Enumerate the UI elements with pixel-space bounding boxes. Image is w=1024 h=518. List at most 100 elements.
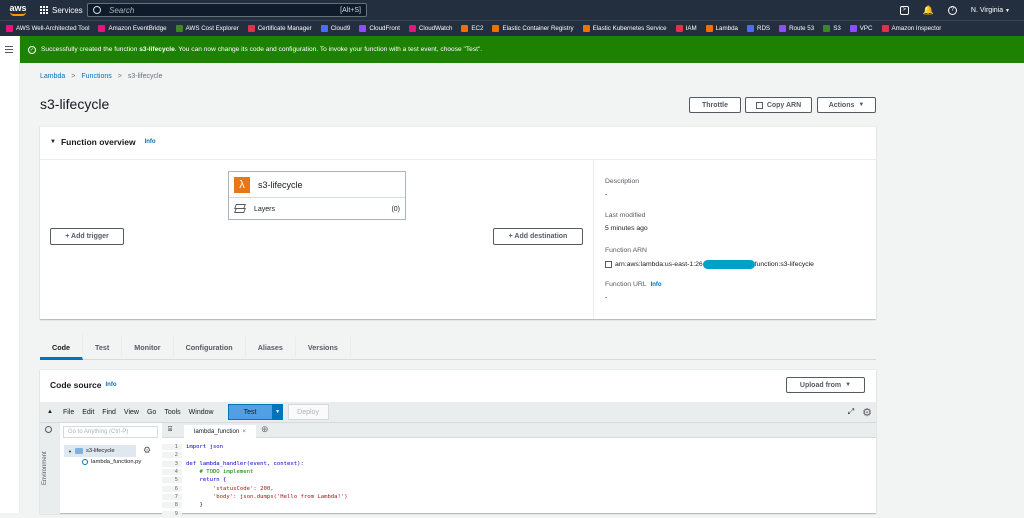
ide-menu-collapse-icon[interactable]: ▲ (47, 409, 53, 415)
breadcrumb-lambda[interactable]: Lambda (40, 73, 65, 80)
description-value: - (605, 191, 608, 198)
menu-item-find[interactable]: Find (102, 409, 116, 416)
code-line: 1 import json (162, 443, 876, 451)
service-icon (705, 25, 713, 32)
menu-item-go[interactable]: Go (147, 409, 156, 416)
line-number: 3 (162, 460, 182, 467)
copy-arn-button[interactable]: Copy ARN (745, 97, 812, 113)
service-icon (175, 25, 183, 32)
function-url-text: Function URL (605, 281, 647, 288)
fullscreen-icon[interactable]: ⤢ (848, 407, 854, 417)
code-line: 2 (162, 451, 876, 459)
info-link[interactable]: Info (145, 139, 156, 145)
function-overview-header[interactable]: ▼ Function overview Info (50, 137, 156, 147)
bookmark-label: CloudFront (369, 25, 400, 32)
bookmark-item[interactable]: Cloud9 (320, 25, 351, 32)
bookmark-label: RDS (756, 25, 771, 32)
bookmark-item[interactable]: Elastic Container Registry (492, 25, 574, 32)
actions-button[interactable]: Actions ▼ (817, 97, 876, 113)
editor-tab[interactable]: lambda_function × (184, 425, 256, 438)
upload-from-label: Upload from (799, 381, 842, 389)
function-node-name[interactable]: λ s3-lifecycle (229, 172, 405, 198)
tree-folder[interactable]: ▼ s3-lifecycle (64, 445, 136, 457)
deploy-button[interactable]: Deploy (287, 404, 329, 420)
ide-left-rail: Environment (40, 423, 60, 514)
menu-item-view[interactable]: View (124, 409, 139, 416)
throttle-button[interactable]: Throttle (689, 97, 741, 113)
bookmark-item[interactable]: VPC (849, 25, 873, 32)
success-flashbar: ✓ Successfully created the function s3-l… (20, 36, 1024, 63)
bookmark-item[interactable]: CloudWatch (408, 25, 452, 32)
gear-icon[interactable]: ⚙ (862, 406, 872, 419)
tree-gear-icon[interactable]: ⚙ (143, 445, 151, 456)
services-menu[interactable]: Services (40, 6, 83, 15)
tab-code[interactable]: Code (40, 334, 83, 360)
tab-test[interactable]: Test (83, 337, 123, 357)
bookmark-label: Elastic Kubernetes Service (592, 25, 667, 32)
search-input[interactable]: Search [Alt+S] (87, 3, 367, 17)
tab-aliases[interactable]: Aliases (246, 337, 296, 357)
bookmark-item[interactable]: Amazon Inspector (881, 25, 941, 32)
breadcrumb-functions[interactable]: Functions (81, 73, 111, 80)
bookmark-item[interactable]: Lambda (705, 25, 738, 32)
bookmark-item[interactable]: CloudFront (359, 25, 400, 32)
info-link[interactable]: Info (106, 382, 117, 388)
function-tabs: Code Test Monitor Configuration Aliases Versi… (40, 334, 876, 360)
code-text: def lambda_handler(event, context): (186, 460, 304, 467)
upload-from-button[interactable]: Upload from ▼ (786, 377, 865, 393)
search-icon[interactable] (45, 426, 52, 433)
code-text: # TODO implement (186, 469, 254, 476)
ide-menu-items: File Edit Find View Go Tools Window (63, 409, 222, 416)
grid-icon (40, 6, 48, 14)
line-number: 9 (162, 510, 182, 517)
help-icon[interactable]: ? (947, 5, 957, 15)
bookmark-label: AWS Cost Explorer (185, 25, 239, 32)
bookmark-item[interactable]: Amazon EventBridge (98, 25, 167, 32)
test-dropdown-icon[interactable]: ▼ (272, 404, 283, 420)
menu-item-file[interactable]: File (63, 409, 74, 416)
bookmark-label: Cloud9 (330, 25, 351, 32)
last-modified-value: 5 minutes ago (605, 225, 648, 232)
bookmark-item[interactable]: Certificate Manager (247, 25, 312, 32)
code-source-title: Code source (50, 380, 102, 390)
layers-count: (0) (391, 205, 400, 213)
function-url-label: Function URL Info (605, 281, 662, 288)
environment-tab[interactable]: Environment (42, 451, 48, 485)
tab-versions[interactable]: Versions (296, 337, 351, 357)
bookmark-item[interactable]: Route 53 (779, 25, 814, 32)
bookmark-item[interactable]: AWS Well-Architected Tool (6, 25, 89, 32)
copy-icon[interactable] (605, 261, 612, 268)
tree-folder-label: s3-lifecycle (85, 448, 115, 454)
goto-anything-input[interactable]: Go to Anything (Ctrl-P) (63, 426, 158, 438)
region-selector[interactable]: N. Virginia ▼ (971, 7, 1010, 14)
terminal-icon[interactable]: ⌸ (168, 426, 172, 434)
code-editor[interactable]: 1 import json 2 3 def lambda_handler(event, … (162, 443, 876, 517)
add-destination-button[interactable]: + Add destination (493, 228, 583, 245)
menu-item-edit[interactable]: Edit (82, 409, 94, 416)
bookmark-item[interactable]: Elastic Kubernetes Service (582, 25, 667, 32)
close-icon[interactable]: × (242, 428, 246, 435)
menu-item-window[interactable]: Window (189, 409, 214, 416)
bookmark-label: VPC (859, 25, 873, 32)
info-link[interactable]: Info (651, 282, 662, 288)
menu-item-tools[interactable]: Tools (164, 409, 180, 416)
tab-configuration[interactable]: Configuration (174, 337, 246, 357)
bell-icon[interactable]: 🔔 (923, 5, 934, 16)
layers-row[interactable]: Layers (0) (229, 198, 405, 220)
tab-monitor[interactable]: Monitor (122, 337, 174, 357)
layers-icon (234, 204, 246, 214)
aws-logo[interactable]: aws (2, 4, 34, 16)
bookmark-item[interactable]: EC2 (461, 25, 483, 32)
code-line: 9 (162, 509, 876, 517)
cloudshell-icon[interactable]: > (899, 5, 909, 15)
menu-icon[interactable] (5, 46, 13, 55)
bookmark-item[interactable]: S3 (823, 25, 841, 32)
bookmark-item[interactable]: IAM (675, 25, 697, 32)
add-tab-icon[interactable]: ⊕ (261, 424, 269, 435)
bookmark-item[interactable]: RDS (746, 25, 771, 32)
tree-file[interactable]: lambda_function.py (82, 459, 141, 465)
add-trigger-button[interactable]: + Add trigger (50, 228, 124, 245)
bookmark-item[interactable]: AWS Cost Explorer (175, 25, 239, 32)
test-button[interactable]: Test (227, 404, 273, 420)
region-label: N. Virginia (970, 6, 1004, 14)
